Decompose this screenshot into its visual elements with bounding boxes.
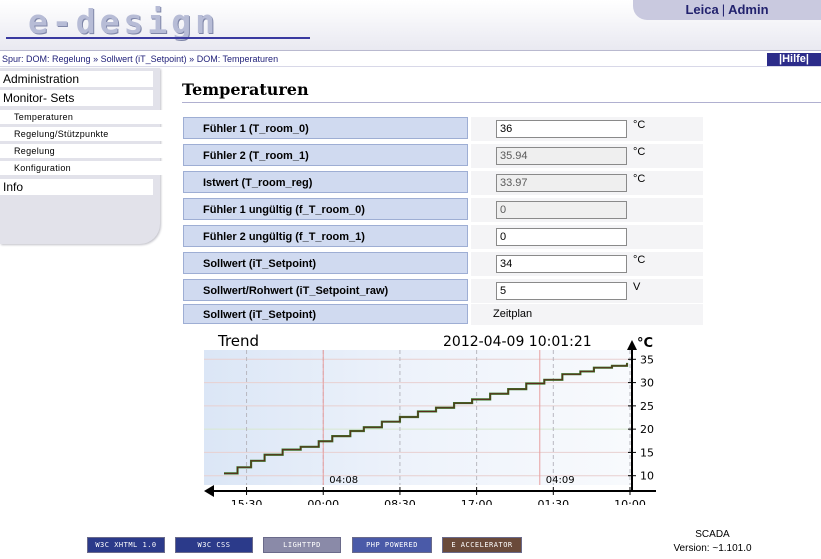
- y-tick-label: 10: [640, 470, 654, 483]
- chart-timestamp: 2012-04-09 10:01:21: [443, 334, 592, 350]
- separator: |: [721, 2, 726, 17]
- breadcrumb-bar: Spur: DOM: Regelung » Sollwert (iT_Setpo…: [0, 53, 821, 67]
- form-row: Fühler 1 (T_room_0) °C: [183, 117, 703, 141]
- breadcrumb: Spur: DOM: Regelung » Sollwert (iT_Setpo…: [2, 54, 279, 64]
- breadcrumb-item[interactable]: Sollwert (iT_Setpoint): [101, 54, 187, 64]
- setpoint-field[interactable]: [496, 255, 627, 273]
- unit-label: °C: [633, 119, 646, 131]
- f-t-room-1-field[interactable]: [496, 228, 627, 246]
- role-link[interactable]: Admin: [728, 2, 768, 17]
- x-tick-label: 08:30: [384, 498, 416, 505]
- form-row: Fühler 2 (T_room_1) °C: [183, 144, 703, 168]
- x-tick-label: 10:00: [614, 498, 646, 505]
- unit-label: V: [633, 281, 641, 293]
- field-label: Fühler 2 (T_room_1): [183, 144, 468, 166]
- logo-underline: [6, 37, 310, 39]
- field-label: Istwert (T_room_reg): [183, 171, 468, 193]
- breadcrumb-item[interactable]: DOM: Temperaturen: [197, 54, 278, 64]
- lighttpd-badge[interactable]: LIGHTTPD: [263, 537, 341, 553]
- x-tick-label: 15:30: [231, 498, 263, 505]
- w3c-xhtml-badge[interactable]: W3C XHTML 1.0: [87, 537, 165, 553]
- f-t-room-0-field: [496, 201, 627, 219]
- sidebar-item-info[interactable]: Info: [0, 179, 153, 195]
- version-info: SCADA Version: ~1.101.0: [660, 528, 765, 556]
- field-label: Sollwert/Rohwert (iT_Setpoint_raw): [183, 279, 468, 301]
- date-marker-label: 04:09: [546, 475, 575, 486]
- y-tick-label: 35: [640, 353, 654, 366]
- sidebar-item-regelung[interactable]: Regelung: [0, 144, 164, 158]
- sidebar-item-administration[interactable]: Administration: [0, 71, 153, 87]
- form-row: Fühler 2 ungültig (f_T_room_1): [183, 225, 703, 249]
- sidebar-item-konfiguration[interactable]: Konfiguration: [0, 161, 164, 175]
- footer-badges: W3C XHTML 1.0 W3C CSS LIGHTTPD PHP POWER…: [87, 537, 527, 553]
- app-header: e-design Leica | Admin: [0, 0, 821, 51]
- form-row: Istwert (T_room_reg) °C: [183, 171, 703, 195]
- setpoint-raw-field[interactable]: [496, 282, 627, 300]
- unit-label: °C: [633, 173, 646, 185]
- y-axis-arrow: [627, 340, 637, 350]
- help-link[interactable]: |Hilfe|: [767, 53, 821, 66]
- product-name: SCADA: [695, 529, 730, 540]
- x-tick-label: 00:00: [307, 498, 339, 505]
- title-divider: [182, 102, 821, 103]
- sidebar: Administration Monitor- Sets Temperature…: [0, 68, 164, 244]
- form-row: Sollwert/Rohwert (iT_Setpoint_raw) V: [183, 279, 703, 303]
- logo: e-design: [28, 2, 219, 41]
- t-room-1-field: [496, 147, 627, 165]
- form-row: Sollwert (iT_Setpoint) °C: [183, 252, 703, 276]
- field-label: Fühler 2 ungültig (f_T_room_1): [183, 225, 468, 247]
- form-row: Fühler 1 ungültig (f_T_room_0): [183, 198, 703, 222]
- y-tick-label: 30: [640, 377, 654, 390]
- sidebar-item-regelung-stuetzpunkte[interactable]: Regelung/Stützpunkte: [0, 127, 164, 141]
- chart-title: Trend: [217, 332, 259, 350]
- user-menu: Leica | Admin: [633, 0, 821, 20]
- field-label: Sollwert (iT_Setpoint): [183, 252, 468, 274]
- version-text: Version: ~1.101.0: [673, 543, 752, 554]
- date-marker-label: 04:08: [329, 475, 358, 486]
- breadcrumb-item[interactable]: DOM: Regelung: [26, 54, 91, 64]
- x-tick-label: 17:00: [461, 498, 493, 505]
- w3c-css-badge[interactable]: W3C CSS: [175, 537, 253, 553]
- x-axis-arrow: [204, 485, 214, 497]
- user-name-link[interactable]: Leica: [685, 2, 718, 17]
- field-label: Sollwert (iT_Setpoint): [183, 304, 468, 324]
- t-room-reg-field: [496, 174, 627, 192]
- field-label: Fühler 1 ungültig (f_T_room_0): [183, 198, 468, 220]
- t-room-0-field[interactable]: [496, 120, 627, 138]
- field-label: Fühler 1 (T_room_0): [183, 117, 468, 139]
- x-tick-label: 01:30: [537, 498, 569, 505]
- sidebar-item-temperaturen[interactable]: Temperaturen: [0, 110, 164, 124]
- page-title: Temperaturen: [182, 80, 309, 99]
- unit-label: °C: [633, 254, 646, 266]
- y-unit-label: °C: [637, 336, 653, 351]
- unit-label: °C: [633, 146, 646, 158]
- trend-chart: 04:08 04:09 10 15 20 25 30 35 15:30 00:00 08:30 17…: [204, 332, 656, 505]
- eaccelerator-badge[interactable]: E ACCELERATOR: [442, 537, 522, 553]
- php-badge[interactable]: PHP POWERED: [352, 537, 432, 553]
- y-tick-label: 15: [640, 446, 654, 459]
- schedule-text: Zeitplan: [493, 308, 533, 320]
- sidebar-item-monitor-sets[interactable]: Monitor- Sets: [0, 90, 153, 106]
- y-tick-label: 20: [640, 423, 654, 436]
- form-row: Sollwert (iT_Setpoint) Zeitplan: [183, 304, 703, 325]
- y-tick-label: 25: [640, 400, 654, 413]
- breadcrumb-prefix: Spur:: [2, 54, 24, 64]
